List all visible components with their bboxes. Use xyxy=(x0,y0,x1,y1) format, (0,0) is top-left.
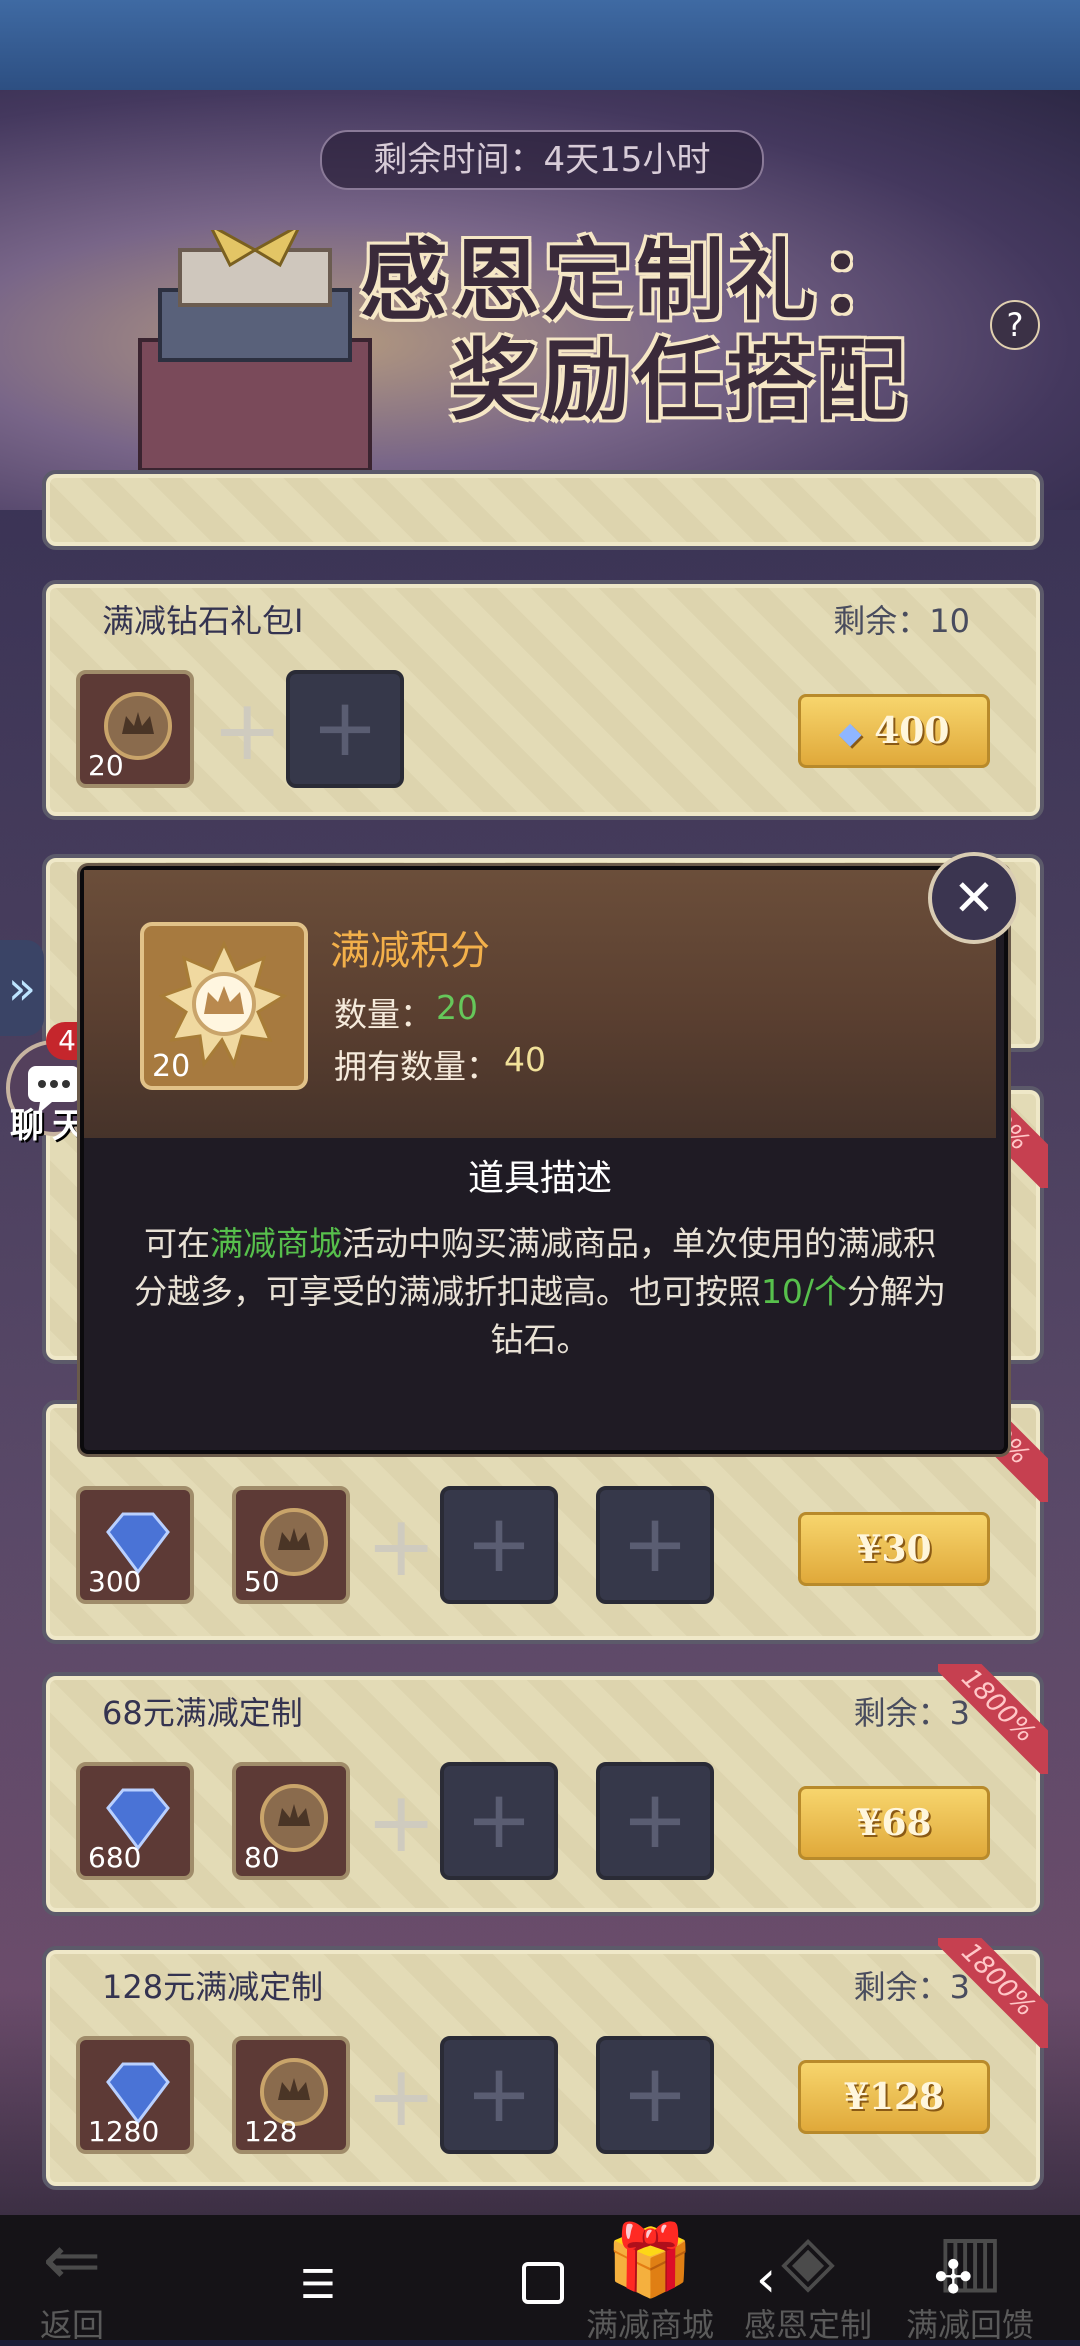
qty-label: 数量： xyxy=(334,995,433,1034)
reward-slot[interactable]: 128 xyxy=(232,2036,350,2154)
reward-count: 300 xyxy=(88,1565,142,1598)
event-title-line2: 奖励任搭配 xyxy=(450,329,911,432)
owned-label: 拥有数量： xyxy=(334,1047,499,1086)
plus-icon: + xyxy=(366,1497,437,1595)
bonus-ribbon: 1800% xyxy=(938,1664,1048,1774)
reward-slot[interactable]: 80 xyxy=(232,1762,350,1880)
plus-icon: + xyxy=(366,2047,437,2145)
add-reward-slot[interactable]: + xyxy=(440,1486,558,1604)
gift-box-icon xyxy=(138,230,372,472)
buy-button[interactable]: ¥128 xyxy=(798,2060,990,2134)
plus-icon: + xyxy=(212,681,283,779)
package-panel: 满减钻石礼包I 剩余：10 20 + + ◆ 400 xyxy=(42,580,1044,820)
item-count: 20 xyxy=(152,1049,191,1084)
description-text: 可在满减商城活动中购买满减商品，单次使用的满减积分越多，可享受的满减折扣越高。也… xyxy=(130,1220,950,1364)
gift-icon: 🎁 xyxy=(606,2219,694,2301)
package-remaining: 剩余：10 xyxy=(833,602,970,640)
bonus-ribbon: 1800% xyxy=(938,1938,1048,2048)
description-title: 道具描述 xyxy=(467,1158,612,1199)
reward-count: 680 xyxy=(88,1841,142,1874)
top-bar xyxy=(0,0,1080,90)
add-reward-slot[interactable]: + xyxy=(286,670,404,788)
package-title: 满减钻石礼包I xyxy=(102,602,304,640)
nav-back[interactable]: ⇐ 返回 xyxy=(40,2220,104,2346)
system-menu-icon[interactable]: ☰ xyxy=(300,2262,336,2308)
add-reward-slot[interactable]: + xyxy=(596,1762,714,1880)
system-back-icon[interactable]: ‹ xyxy=(756,2250,776,2308)
shop-link[interactable]: 满减商城 xyxy=(210,1224,342,1263)
package-title: 128元满减定制 xyxy=(102,1968,324,2006)
diamond-icon: ◆ xyxy=(838,716,862,751)
accessibility-icon[interactable]: ✣ xyxy=(934,2250,973,2304)
buy-button[interactable]: ¥68 xyxy=(798,1786,990,1860)
close-icon: ✕ xyxy=(953,869,995,927)
item-icon-frame: 20 xyxy=(140,922,308,1090)
reward-slot[interactable]: 1280 xyxy=(76,2036,194,2154)
reward-slot[interactable]: 20 xyxy=(76,670,194,788)
reward-count: 128 xyxy=(244,2115,298,2148)
description-header: 道具描述 xyxy=(84,1148,996,1210)
add-reward-slot[interactable]: + xyxy=(440,2036,558,2154)
package-panel: 128元满减定制 剩余：3 1800% 1280 128 + + + ¥128 xyxy=(42,1938,1048,2190)
event-timer: 剩余时间：4天15小时 xyxy=(320,130,764,190)
reward-slot[interactable]: 50 xyxy=(232,1486,350,1604)
buy-button[interactable]: ¥30 xyxy=(798,1512,990,1586)
desc-part: 可在 xyxy=(144,1224,210,1263)
reward-slot[interactable]: 680 xyxy=(76,1762,194,1880)
reward-slot[interactable]: 300 xyxy=(76,1486,194,1604)
plus-icon: + xyxy=(366,1773,437,1871)
buy-button[interactable]: ◆ 400 xyxy=(798,694,990,768)
package-title: 68元满减定制 xyxy=(102,1694,303,1732)
add-reward-slot[interactable]: + xyxy=(440,1762,558,1880)
reward-count: 50 xyxy=(244,1565,280,1598)
price-label: 400 xyxy=(874,710,950,752)
add-reward-slot[interactable]: + xyxy=(596,1486,714,1604)
help-icon[interactable]: ? xyxy=(990,300,1040,350)
reward-count: 20 xyxy=(88,749,124,782)
nav-shop[interactable]: 🎁 满减商城 xyxy=(586,2220,714,2346)
close-button[interactable]: ✕ xyxy=(928,852,1020,944)
add-reward-slot[interactable]: + xyxy=(596,2036,714,2154)
system-home-icon[interactable] xyxy=(522,2262,564,2304)
qty-value: 20 xyxy=(436,988,478,1027)
reward-count: 1280 xyxy=(88,2115,160,2148)
item-name: 满减积分 xyxy=(330,928,490,974)
decompose-rate: 10/个 xyxy=(760,1272,848,1311)
reward-count: 80 xyxy=(244,1841,280,1874)
owned-value: 40 xyxy=(504,1040,546,1079)
package-panel: 68元满减定制 剩余：3 1800% 680 80 + + + ¥68 xyxy=(42,1664,1048,1916)
panel-partial xyxy=(42,470,1044,550)
expand-arrow-icon[interactable]: » xyxy=(0,940,44,1036)
back-arrow-icon: ⇐ xyxy=(42,2219,102,2301)
